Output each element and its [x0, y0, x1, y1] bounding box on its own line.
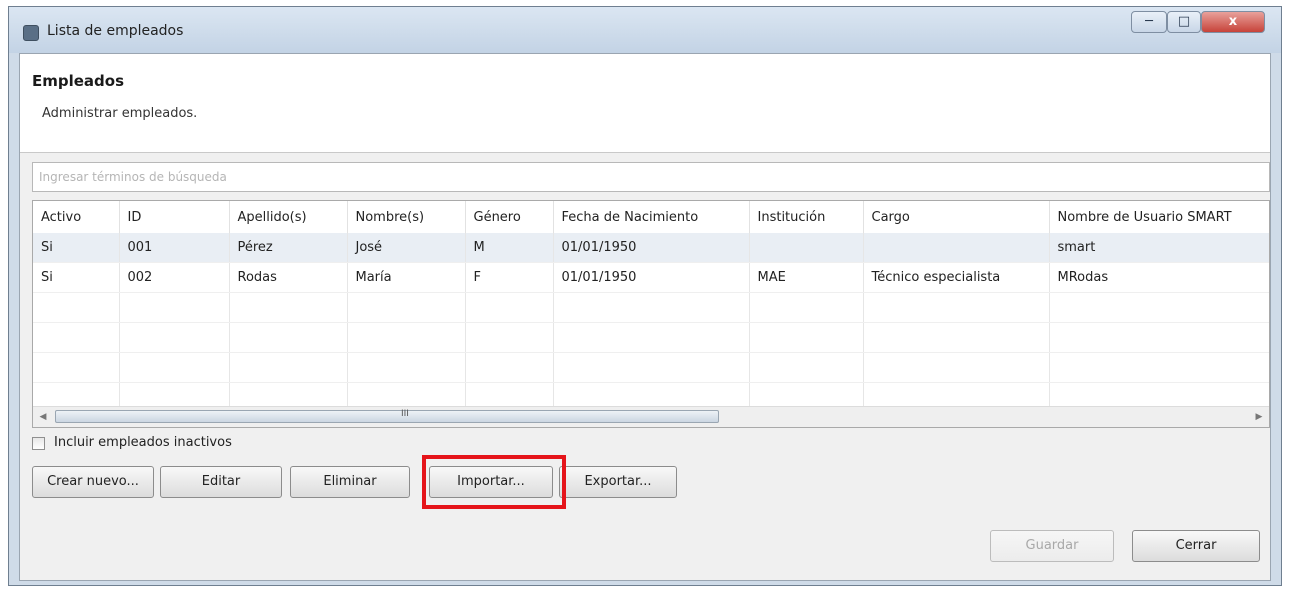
table-cell: F [465, 262, 554, 293]
close-button[interactable]: Cerrar [1132, 530, 1260, 562]
import-highlight-box [422, 455, 566, 509]
page-description: Administrar empleados. [42, 106, 198, 121]
create-new-button[interactable]: Crear nuevo... [32, 466, 154, 498]
table-cell: MAE [749, 262, 864, 293]
minimize-button[interactable]: ─ [1131, 11, 1167, 33]
scrollbar-grip-icon: III [401, 409, 409, 419]
empty-table-row [33, 292, 1269, 323]
table-cell: 002 [119, 262, 230, 293]
scroll-right-arrow-icon[interactable]: ▶ [1249, 407, 1269, 427]
column-header-cargo[interactable]: Cargo [863, 201, 1050, 233]
edit-button[interactable]: Editar [160, 466, 282, 498]
column-header-fecha-nacimiento[interactable]: Fecha de Nacimiento [553, 201, 750, 233]
app-icon [23, 25, 39, 41]
column-header-nombres[interactable]: Nombre(s) [347, 201, 466, 233]
employee-list-window: Lista de empleados ─ □ x Empleados Admin… [8, 6, 1282, 586]
save-button[interactable]: Guardar [990, 530, 1114, 562]
table-header-row: Activo ID Apellido(s) Nombre(s) Género F… [33, 201, 1269, 233]
table-row[interactable]: Si 002 Rodas María F 01/01/1950 MAE Técn… [33, 262, 1269, 293]
empty-table-row [33, 352, 1269, 383]
dialog-content: Empleados Administrar empleados. Activo … [19, 53, 1271, 581]
search-input[interactable] [32, 162, 1270, 192]
table-cell: José [347, 233, 466, 263]
include-inactive-label[interactable]: Incluir empleados inactivos [54, 435, 232, 450]
table-row[interactable]: Si 001 Pérez José M 01/01/1950 smart [33, 233, 1269, 263]
employees-table: Activo ID Apellido(s) Nombre(s) Género F… [32, 200, 1270, 428]
column-header-id[interactable]: ID [119, 201, 230, 233]
scrollbar-thumb[interactable]: III [55, 409, 719, 423]
table-cell: 01/01/1950 [553, 233, 750, 263]
column-header-activo[interactable]: Activo [33, 201, 120, 233]
horizontal-scrollbar[interactable]: ◀ III ▶ [33, 406, 1269, 427]
include-inactive-checkbox[interactable] [32, 437, 45, 450]
page-title: Empleados [32, 72, 125, 90]
maximize-button[interactable]: □ [1167, 11, 1201, 33]
table-cell: Rodas [229, 262, 348, 293]
column-header-institucion[interactable]: Institución [749, 201, 864, 233]
table-cell: María [347, 262, 466, 293]
empty-table-row [33, 322, 1269, 353]
scroll-left-arrow-icon[interactable]: ◀ [33, 407, 53, 427]
column-header-usuario-smart[interactable]: Nombre de Usuario SMART [1049, 201, 1269, 233]
table-cell: Si [33, 233, 120, 263]
column-header-genero[interactable]: Género [465, 201, 554, 233]
table-cell: 01/01/1950 [553, 262, 750, 293]
table-cell [749, 233, 864, 263]
table-cell: M [465, 233, 554, 263]
table-cell: Pérez [229, 233, 348, 263]
close-window-button[interactable]: x [1201, 11, 1265, 33]
column-header-apellidos[interactable]: Apellido(s) [229, 201, 348, 233]
delete-button[interactable]: Eliminar [290, 466, 410, 498]
table-cell: smart [1049, 233, 1269, 263]
table-cell: Técnico especialista [863, 262, 1050, 293]
export-button[interactable]: Exportar... [559, 466, 677, 498]
header-banner: Empleados Administrar empleados. [20, 54, 1270, 153]
table-cell: Si [33, 262, 120, 293]
title-bar[interactable]: Lista de empleados ─ □ x [9, 7, 1281, 53]
window-title: Lista de empleados [47, 23, 184, 39]
table-cell: MRodas [1049, 262, 1269, 293]
table-cell: 001 [119, 233, 230, 263]
table-cell [863, 233, 1050, 263]
